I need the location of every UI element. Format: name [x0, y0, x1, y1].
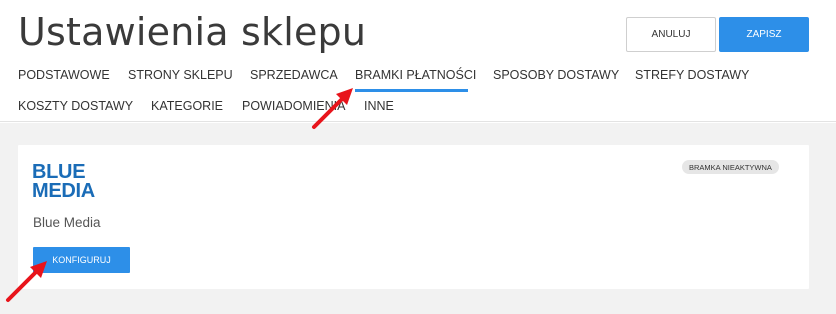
tab-koszty-dostawy[interactable]: KOSZTY DOSTAWY: [18, 99, 133, 113]
tab-strefy-dostawy[interactable]: STREFY DOSTAWY: [635, 68, 749, 82]
annotation-arrow-icon: [312, 88, 353, 129]
status-badge: BRAMKA NIEAKTYWNA: [682, 160, 779, 174]
tab-strony-sklepu[interactable]: STRONY SKLEPU: [128, 68, 233, 82]
tab-sprzedawca[interactable]: SPRZEDAWCA: [250, 68, 338, 82]
content-area: BLUE MEDIA Blue Media BRAMKA NIEAKTYWNA …: [0, 123, 836, 314]
gateway-card: BLUE MEDIA Blue Media BRAMKA NIEAKTYWNA …: [18, 145, 809, 289]
blue-media-logo: BLUE MEDIA: [32, 162, 95, 202]
tab-kategorie[interactable]: KATEGORIE: [151, 99, 223, 113]
logo-line-2: MEDIA: [32, 180, 95, 202]
active-tab-indicator: [355, 89, 468, 92]
tab-bramki-platnosci[interactable]: BRAMKI PŁATNOŚCI: [355, 68, 476, 82]
annotation-arrow-icon: [6, 261, 47, 302]
cancel-button[interactable]: ANULUJ: [626, 17, 716, 52]
tab-inne[interactable]: INNE: [364, 99, 394, 113]
gateway-name: Blue Media: [33, 215, 101, 230]
tab-sposoby-dostawy[interactable]: SPOSOBY DOSTAWY: [493, 68, 619, 82]
page-title: Ustawienia sklepu: [18, 10, 367, 54]
tab-podstawowe[interactable]: PODSTAWOWE: [18, 68, 110, 82]
page-header: Ustawienia sklepu ANULUJ ZAPISZ PODSTAWO…: [0, 0, 836, 122]
save-button[interactable]: ZAPISZ: [719, 17, 809, 52]
